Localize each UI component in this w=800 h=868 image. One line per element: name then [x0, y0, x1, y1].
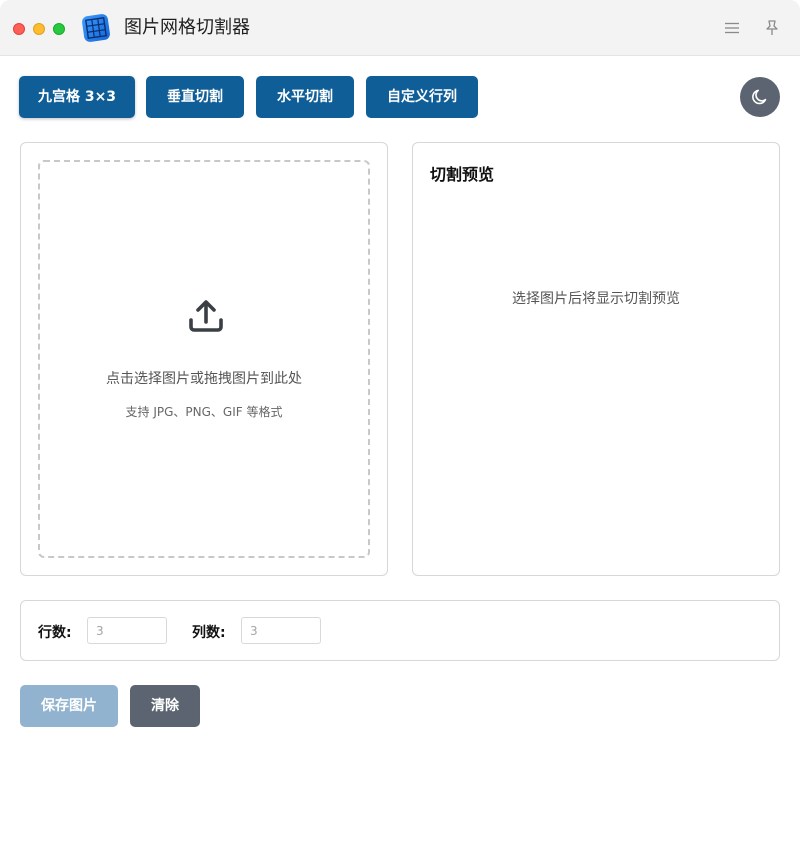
upload-prompt: 点击选择图片或拖拽图片到此处: [106, 371, 302, 387]
pin-icon[interactable]: [762, 18, 782, 38]
upload-panel: 点击选择图片或拖拽图片到此处 支持 JPG、PNG、GIF 等格式: [20, 142, 388, 576]
supported-formats: 支持 JPG、PNG、GIF 等格式: [125, 405, 283, 419]
mode-button-custom[interactable]: 自定义行列: [366, 76, 478, 118]
mode-button-grid-3x3[interactable]: 九宫格 3×3: [19, 76, 135, 118]
title-bar: 图片网格切割器: [0, 0, 800, 56]
app-window: 图片网格切割器 九宫格 3×3 垂直切割 水平切割 自定义行列 点击选择图片或拖…: [0, 0, 800, 868]
preview-title: 切割预览: [430, 165, 495, 184]
upload-icon: [189, 300, 223, 332]
rows-input[interactable]: [87, 617, 167, 644]
mode-button-horizontal[interactable]: 水平切割: [256, 76, 354, 118]
clear-button[interactable]: 清除: [130, 685, 200, 727]
menu-icon[interactable]: [722, 18, 742, 38]
preview-panel: 切割预览 选择图片后将显示切割预览: [412, 142, 780, 576]
mode-button-vertical[interactable]: 垂直切割: [146, 76, 244, 118]
rows-label: 行数:: [38, 625, 72, 641]
theme-toggle-button[interactable]: [740, 77, 780, 117]
grid-settings-panel: 行数: 列数:: [20, 600, 780, 661]
window-title: 图片网格切割器: [124, 17, 250, 38]
save-image-button[interactable]: 保存图片: [20, 685, 118, 727]
window-maximize-button[interactable]: [53, 23, 65, 35]
window-minimize-button[interactable]: [33, 23, 45, 35]
cols-label: 列数:: [192, 625, 226, 641]
preview-empty-text: 选择图片后将显示切割预览: [512, 291, 680, 307]
grid-app-icon: [82, 14, 110, 42]
cols-input[interactable]: [241, 617, 321, 644]
moon-icon: [752, 89, 767, 105]
window-close-button[interactable]: [13, 23, 25, 35]
image-drop-zone[interactable]: 点击选择图片或拖拽图片到此处 支持 JPG、PNG、GIF 等格式: [38, 160, 370, 558]
